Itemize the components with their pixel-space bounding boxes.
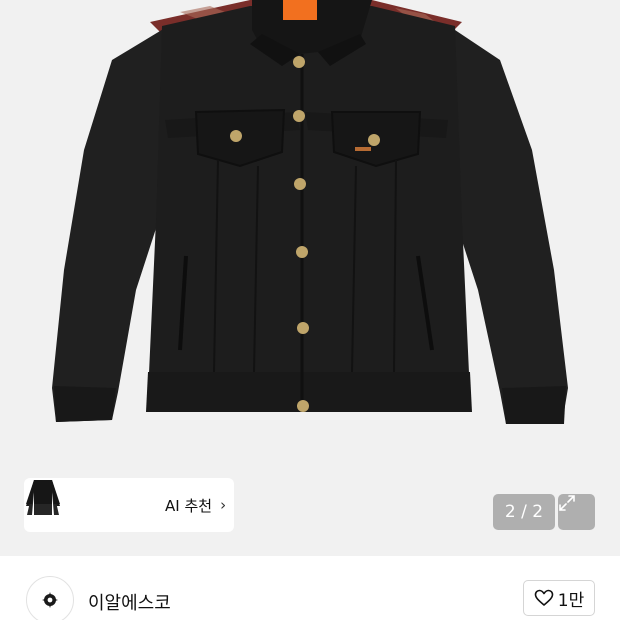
seller-avatar[interactable] xyxy=(26,576,74,620)
product-jacket-image xyxy=(52,0,568,424)
heart-outline-icon xyxy=(534,589,554,606)
image-pager-counter: 2 / 2 xyxy=(493,494,555,530)
jacket-thumbnail-icon xyxy=(26,480,60,504)
chevron-right-icon[interactable]: › xyxy=(220,496,226,514)
like-button[interactable]: 1만 xyxy=(523,580,595,616)
ai-recommend-label[interactable]: AI 추천 xyxy=(165,495,212,516)
expand-button[interactable] xyxy=(558,494,595,530)
recommended-thumbnail-3[interactable] xyxy=(26,480,153,528)
seller-bar: 이알에스코 1만 xyxy=(0,556,620,620)
brand-logo-icon xyxy=(42,592,58,608)
like-count: 1만 xyxy=(557,590,585,611)
expand-icon xyxy=(559,495,575,511)
product-image-gallery[interactable]: AI 추천 › 2 / 2 xyxy=(0,0,620,556)
seller-name[interactable]: 이알에스코 xyxy=(88,589,171,615)
product-detail-page: AI 추천 › 2 / 2 이알에스코 1만 xyxy=(0,0,620,620)
ai-recommend-panel[interactable]: AI 추천 › xyxy=(24,478,234,532)
recommended-thumbnail-2[interactable] xyxy=(27,480,110,528)
